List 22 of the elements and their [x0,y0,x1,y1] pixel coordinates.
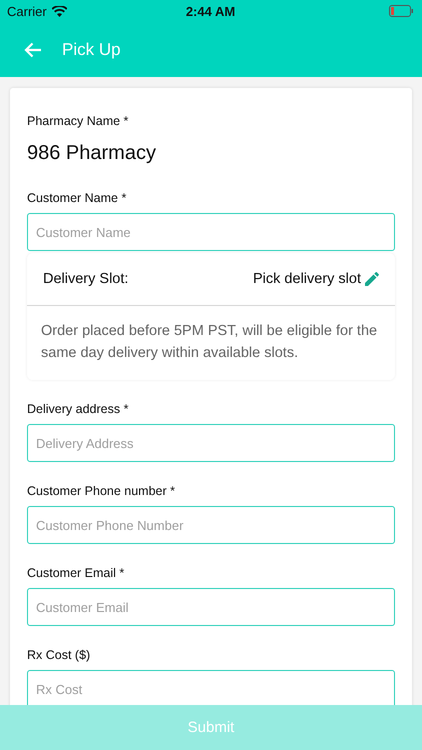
input-field[interactable]: Customer Email [27,588,395,626]
field-label: Customer Phone number * [27,484,176,498]
carrier-text: Carrier [7,4,47,18]
input-field[interactable]: Customer Phone Number [27,506,395,544]
pick-slot-link[interactable]: Pick delivery slot [253,271,361,287]
field-label: Customer Email * [27,566,126,580]
input-field[interactable]: Rx Cost [27,670,395,708]
field-label: Rx Cost ($) [27,648,92,662]
wifi-icon [52,6,67,16]
slot-label: Delivery Slot: [43,271,128,287]
battery-icon [389,5,414,17]
pharmacy-name: 986 Pharmacy [27,142,157,165]
slot-note: Order placed before 5PM PST, will be eligible for the same day delivery within available slots. [40,322,378,363]
input-field[interactable]: Delivery Address [27,424,395,462]
clock-text: 2:44 AM [186,4,236,18]
pencil-icon[interactable] [365,272,379,286]
back-arrow-icon[interactable] [24,42,42,58]
screen-title: Pick Up [62,40,121,60]
field-label: Pharmacy Name * [27,114,130,128]
field-label: Customer Name * [27,191,128,205]
field-label: Delivery address * [27,402,130,416]
input-field[interactable]: Customer Name [27,213,395,251]
